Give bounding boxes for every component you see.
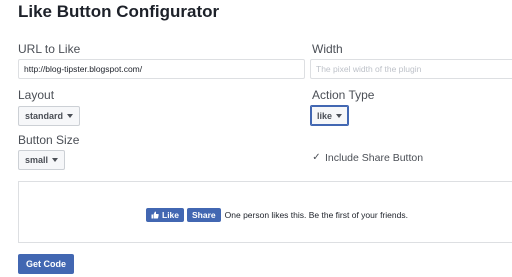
share-button[interactable]: Share xyxy=(187,208,221,222)
chevron-down-icon xyxy=(67,114,74,118)
layout-dropdown[interactable]: standard xyxy=(18,106,81,126)
include-share-label: Include Share Button xyxy=(325,152,424,164)
share-label: Share xyxy=(192,210,216,220)
chevron-down-icon xyxy=(52,158,59,162)
chevron-down-icon xyxy=(336,113,343,118)
button-size-label: Button Size xyxy=(18,133,80,147)
url-input[interactable] xyxy=(18,59,305,79)
preview-panel: Like Share One person likes this. Be the… xyxy=(18,181,512,243)
like-label: Like xyxy=(162,210,180,220)
action-type-value: like xyxy=(317,110,333,121)
width-label: Width xyxy=(312,42,343,56)
get-code-button[interactable]: Get Code xyxy=(18,254,74,274)
button-size-value: small xyxy=(25,155,49,165)
thumbs-up-icon xyxy=(151,211,159,219)
button-size-dropdown[interactable]: small xyxy=(18,150,66,170)
layout-value: standard xyxy=(25,111,64,121)
layout-label: Layout xyxy=(18,88,55,102)
page-title: Like Button Configurator xyxy=(18,2,220,21)
action-type-dropdown[interactable]: like xyxy=(310,105,350,126)
checkbox-checked-icon[interactable]: ✓ xyxy=(312,153,321,163)
url-label: URL to Like xyxy=(18,42,81,56)
width-input[interactable] xyxy=(310,59,512,79)
social-context-text: One person likes this. Be the first of y… xyxy=(224,210,408,220)
like-button[interactable]: Like xyxy=(146,208,185,222)
action-type-label: Action Type xyxy=(312,88,375,102)
like-plugin: Like Share One person likes this. Be the… xyxy=(146,208,408,222)
include-share-option[interactable]: ✓ Include Share Button xyxy=(312,152,423,164)
